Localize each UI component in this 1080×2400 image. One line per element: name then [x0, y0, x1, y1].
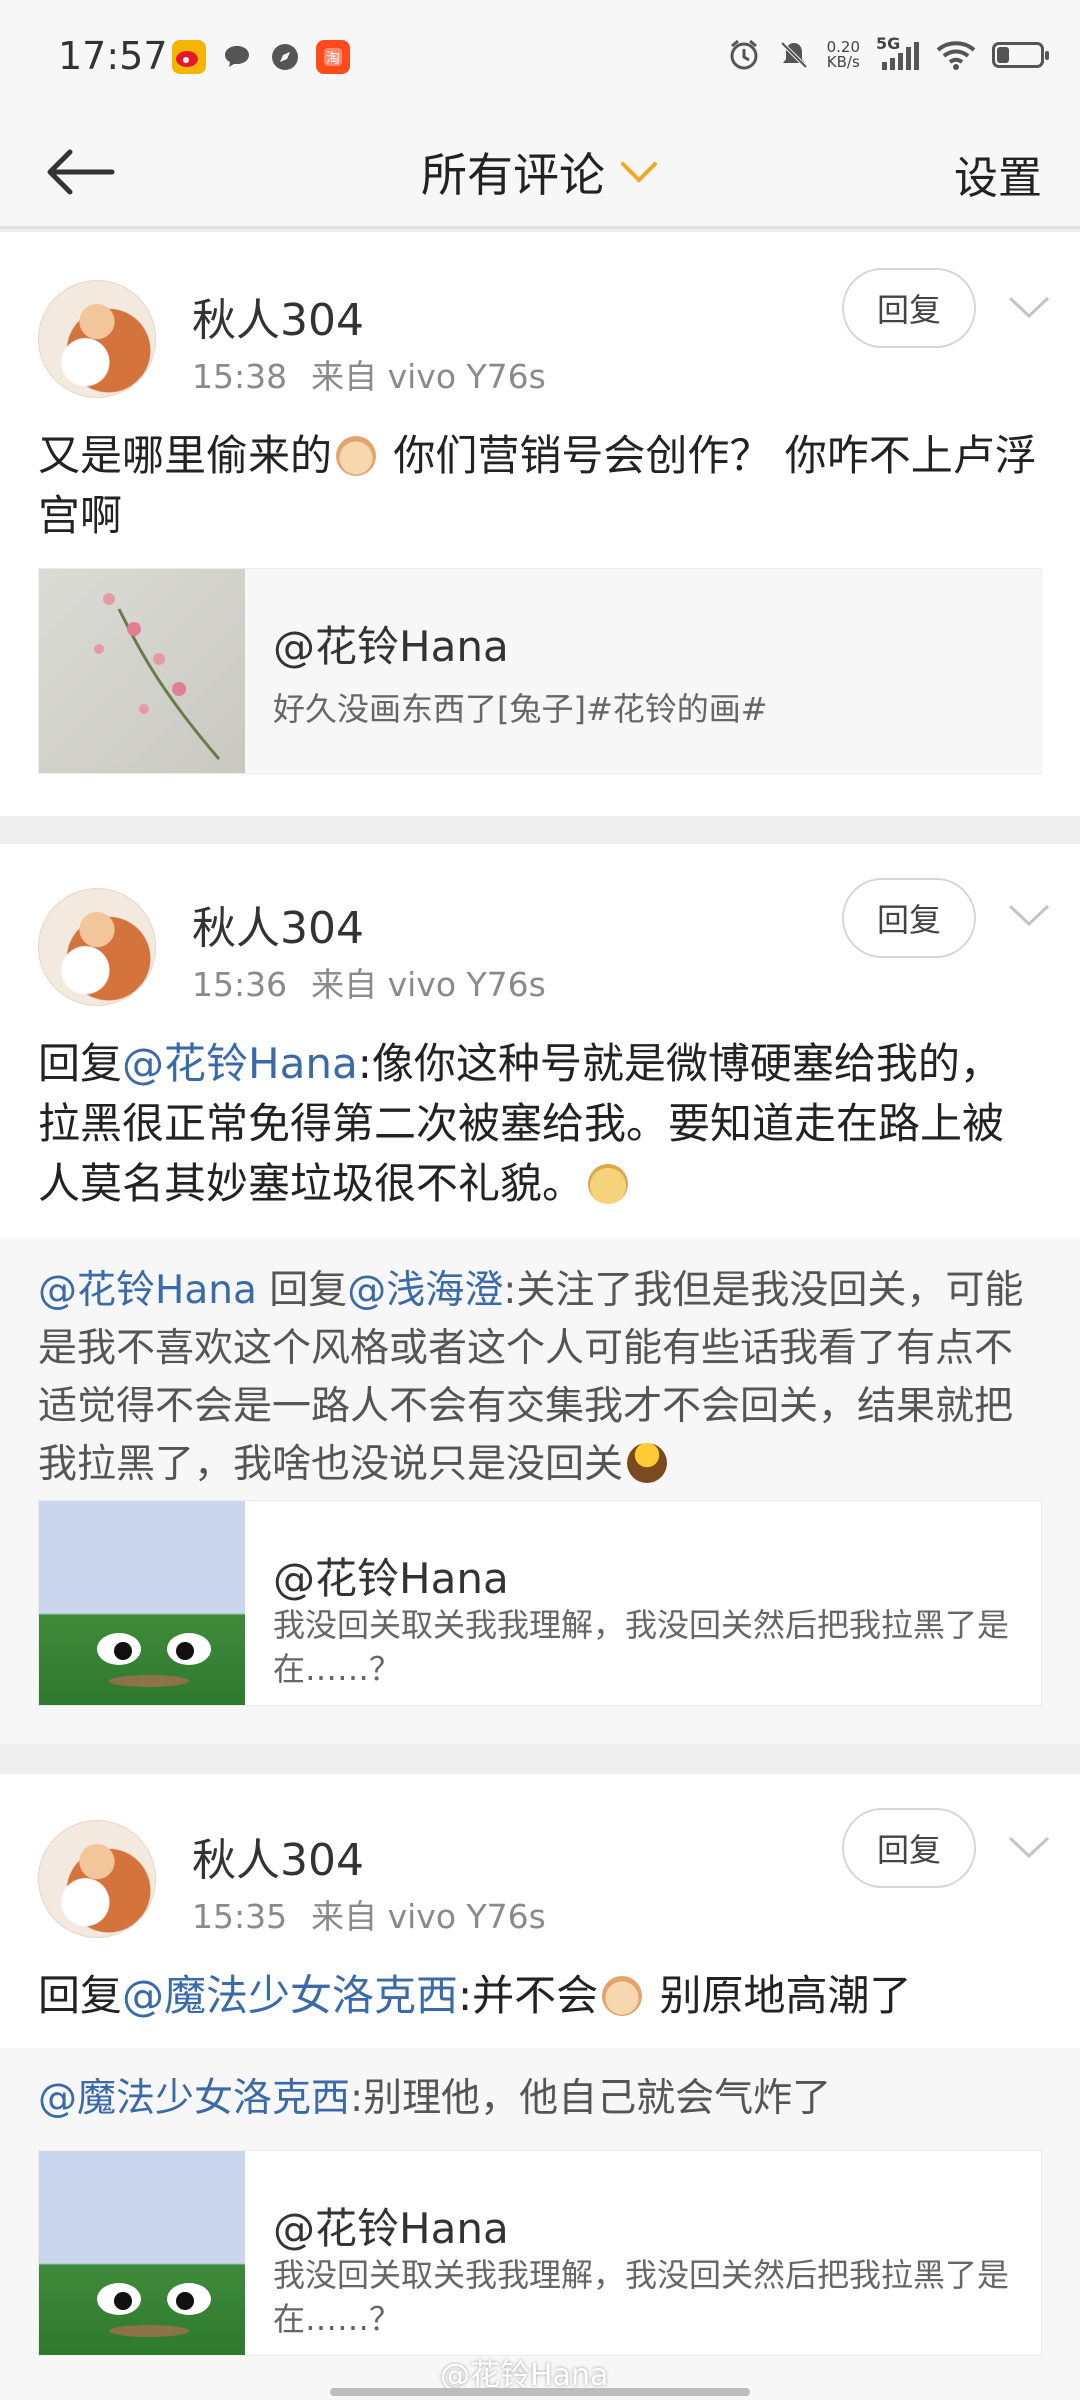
alarm-icon: [730, 39, 758, 70]
post-thumbnail: [39, 569, 245, 773]
cat-emoji-icon: [602, 1976, 643, 2016]
page-title: 所有评论: [421, 148, 605, 202]
comment-text-part: 又是哪里偷来的: [38, 431, 333, 480]
reply-button[interactable]: 回复: [842, 1808, 976, 1888]
compass-icon: [268, 40, 302, 74]
comment-text-part: 别原地高潮了: [646, 1971, 912, 2020]
mention-link[interactable]: @浅海澄: [347, 1268, 503, 1313]
shared-post-text: 好久没画东西了[兔子]#花铃的画#: [273, 690, 768, 728]
svg-text:淘: 淘: [326, 51, 340, 67]
reply-button[interactable]: 回复: [842, 268, 976, 348]
username[interactable]: 秋人304: [192, 892, 364, 956]
shared-post-author: @花铃Hana: [273, 2204, 509, 2253]
weibo-icon: [172, 40, 206, 74]
taobao-icon: 淘: [316, 40, 350, 74]
status-time: 17:57: [58, 34, 168, 78]
post-thumbnail: [39, 1501, 245, 1705]
wifi-icon: [936, 41, 976, 70]
signal-label: 5G: [876, 34, 901, 53]
shared-post-text: 我没回关取关我我理解，我没回关然后把我拉黑了是在……？: [273, 1606, 1010, 1688]
reply-button[interactable]: 回复: [842, 878, 976, 958]
comment-meta: 15:36 来自 vivo Y76s: [192, 958, 546, 1006]
torch-emoji-icon: [627, 1443, 668, 1483]
comment-text: 又是哪里偷来的 你们营销号会创作？ 你咋不上卢浮宫啊: [38, 426, 1040, 546]
status-bar: 17:57 淘 0.20 KB/s 5G: [0, 0, 1080, 118]
mention-link[interactable]: @魔法少女洛克西: [38, 2076, 350, 2121]
username[interactable]: 秋人304: [192, 1824, 364, 1888]
mention-link[interactable]: @魔法少女洛克西: [122, 1971, 458, 2020]
comment-meta: 15:38 来自 vivo Y76s: [192, 350, 546, 398]
doge-emoji-icon: [588, 1164, 629, 1204]
shared-post-card[interactable]: @花铃Hana 我没回关取关我我理解，我没回关然后把我拉黑了是在……？: [38, 2150, 1042, 2356]
comment-meta: 15:35 来自 vivo Y76s: [192, 1890, 546, 1938]
comment-card: 秋人304 15:38 来自 vivo Y76s 回复 又是哪里偷来的 你们营销号…: [0, 232, 1080, 816]
quoted-comment[interactable]: @魔法少女洛克西:别理他，他自己就会气炸了 @花铃Hana 我没回关取关我我理解…: [0, 2048, 1080, 2400]
comment-source: 来自 vivo Y76s: [311, 1897, 546, 1936]
post-thumbnail: [39, 2151, 245, 2355]
settings-button[interactable]: 设置: [954, 142, 1042, 206]
comment-source: 来自 vivo Y76s: [311, 965, 546, 1004]
signal-icon: 5G: [876, 34, 920, 72]
shared-post-text: 我没回关取关我我理解，我没回关然后把我拉黑了是在……？: [273, 2256, 1010, 2338]
comment-text: 回复@魔法少女洛克西:并不会 别原地高潮了: [38, 1966, 1040, 2026]
username[interactable]: 秋人304: [192, 284, 364, 348]
chevron-down-icon[interactable]: [1006, 1832, 1052, 1862]
avatar[interactable]: [38, 280, 156, 398]
comment-filter-dropdown[interactable]: 所有评论: [0, 118, 1080, 226]
comment-text: 回复@花铃Hana:像你这种号就是微博硬塞给我的，拉黑很正常免得第二次被塞给我。…: [38, 1034, 1040, 1214]
cat-emoji-icon: [336, 436, 377, 476]
mention-link[interactable]: @花铃Hana: [38, 1268, 257, 1313]
shared-post-author: @花铃Hana: [273, 622, 509, 671]
chevron-down-icon[interactable]: [1006, 900, 1052, 930]
comment-card: 秋人304 15:36 来自 vivo Y76s 回复 回复@花铃Hana:像你这…: [0, 844, 1080, 1744]
home-indicator[interactable]: [330, 2388, 750, 2396]
net-speed: 0.20 KB/s: [827, 40, 860, 70]
shared-post-card[interactable]: @花铃Hana 好久没画东西了[兔子]#花铃的画#: [38, 568, 1042, 774]
comment-time: 15:36: [192, 965, 288, 1004]
avatar[interactable]: [38, 888, 156, 1006]
shared-post-author: @花铃Hana: [273, 1554, 509, 1603]
top-navbar: 所有评论 设置: [0, 118, 1080, 229]
net-speed-unit: KB/s: [826, 53, 860, 71]
comment-card: 秋人304 15:35 来自 vivo Y76s 回复 回复@魔法少女洛克西:并不…: [0, 1774, 1080, 2400]
quoted-text: @花铃Hana 回复@浅海澄:关注了我但是我没回关，可能是我不喜欢这个风格或者这…: [38, 1262, 1040, 1494]
status-app-icons: 淘: [172, 40, 350, 74]
comment-time: 15:38: [192, 357, 288, 396]
reply-prefix: 回复: [38, 1039, 123, 1088]
reply-word: 回复: [256, 1268, 348, 1313]
mention-link[interactable]: @花铃Hana: [122, 1039, 358, 1088]
quoted-comment[interactable]: @花铃Hana 回复@浅海澄:关注了我但是我没回关，可能是我不喜欢这个风格或者这…: [0, 1238, 1080, 1744]
quoted-text: @魔法少女洛克西:别理他，他自己就会气炸了: [38, 2070, 1040, 2128]
chevron-down-icon[interactable]: [1006, 292, 1052, 322]
shared-post-card[interactable]: @花铃Hana 我没回关取关我我理解，我没回关然后把我拉黑了是在……？: [38, 1500, 1042, 1706]
battery-icon: [992, 42, 1049, 68]
comment-text-part: :并不会: [458, 1971, 599, 2020]
reply-prefix: 回复: [38, 1971, 123, 2020]
mute-icon: [780, 41, 808, 69]
message-icon: [220, 40, 254, 74]
status-right-icons: 0.20 KB/s 5G: [727, 34, 1049, 72]
quoted-text-part: :别理他，他自己就会气炸了: [350, 2076, 832, 2121]
chevron-down-icon: [621, 162, 657, 183]
avatar[interactable]: [38, 1820, 156, 1938]
comment-time: 15:35: [192, 1897, 288, 1936]
comment-source: 来自 vivo Y76s: [311, 357, 546, 396]
